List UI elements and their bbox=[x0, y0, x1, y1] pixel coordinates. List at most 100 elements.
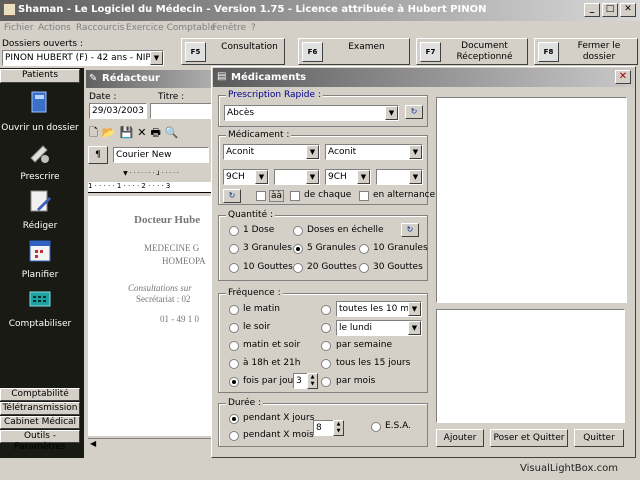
new-doc-icon[interactable]: 🗋 bbox=[89, 126, 102, 139]
prescription-list[interactable] bbox=[436, 97, 627, 303]
radio-20-gouttes[interactable] bbox=[293, 263, 303, 273]
menu-raccourcis[interactable]: Raccourcis bbox=[76, 23, 124, 33]
radio-par-mois[interactable] bbox=[321, 377, 331, 387]
font-select[interactable]: Courier New bbox=[113, 147, 209, 163]
f6-examen-button[interactable]: F6 Examen bbox=[298, 38, 410, 65]
chevron-down-icon[interactable]: ▼ bbox=[255, 170, 268, 184]
medicament-select-2[interactable]: Aconit ▼ bbox=[325, 144, 423, 160]
sidebar-tab-cabinet[interactable]: Cabinet Médical bbox=[0, 416, 80, 429]
editor-toolbar: 🗋📂💾✕🖶🔍 bbox=[89, 124, 209, 139]
duree-spinner[interactable]: ▲ ▼ bbox=[333, 420, 344, 436]
dilution-select-3[interactable]: 9CH ▼ bbox=[325, 169, 371, 185]
maximize-button[interactable]: □ bbox=[602, 3, 618, 17]
menu-fenetre[interactable]: Fenêtre bbox=[212, 23, 246, 33]
radio-15-jours[interactable] bbox=[321, 359, 331, 369]
notes-box[interactable] bbox=[436, 309, 625, 423]
chevron-down-icon[interactable]: ▼ bbox=[306, 145, 319, 159]
write-icon[interactable] bbox=[27, 189, 53, 215]
f8-fermer-button[interactable]: F8 Fermer le dossier bbox=[534, 38, 638, 65]
scroll-left-icon[interactable]: ◀ bbox=[90, 439, 96, 448]
menu-help[interactable]: ? bbox=[251, 23, 256, 33]
quitter-button[interactable]: Quitter bbox=[574, 429, 624, 447]
dilution-select-4[interactable]: ▼ bbox=[376, 169, 423, 185]
menu-exercice[interactable]: Exercice Comptable bbox=[126, 23, 216, 33]
titre-field[interactable] bbox=[150, 103, 214, 119]
calendar-icon[interactable] bbox=[27, 238, 53, 264]
alternance-checkbox[interactable] bbox=[359, 191, 369, 201]
refresh-icon[interactable]: ↻ bbox=[223, 189, 241, 203]
chevron-down-icon[interactable]: ▼ bbox=[408, 321, 421, 335]
save-icon[interactable]: 💾 bbox=[120, 126, 138, 139]
close-button[interactable]: ✕ bbox=[620, 3, 636, 17]
radio-le-matin[interactable] bbox=[229, 305, 239, 315]
radio-toutes-les[interactable] bbox=[321, 305, 331, 315]
radio-pendant-mois[interactable] bbox=[229, 431, 239, 441]
poser-quitter-button[interactable]: Poser et Quitter bbox=[490, 429, 568, 447]
refresh-icon[interactable]: ↻ bbox=[405, 105, 423, 119]
calculator-icon[interactable] bbox=[27, 287, 53, 313]
prescription-select[interactable]: Abcès ▼ bbox=[224, 105, 399, 121]
weekday-select[interactable]: le lundi ▼ bbox=[336, 320, 422, 336]
dilution-select-2[interactable]: ▼ bbox=[274, 169, 320, 185]
delete-icon[interactable]: ✕ bbox=[137, 126, 150, 139]
folder-open-icon[interactable] bbox=[27, 90, 53, 116]
medicament-value-2: Aconit bbox=[328, 147, 357, 157]
sidebar-item-planifier[interactable]: Planifier bbox=[0, 270, 80, 280]
date-field[interactable]: 29/03/2003 bbox=[89, 103, 147, 119]
minimize-button[interactable]: _ bbox=[584, 3, 600, 17]
sidebar-tab-comptabilite[interactable]: Comptabilité bbox=[0, 388, 80, 401]
dossiers-select[interactable]: PINON HUBERT (F) - 42 ans - NIP : ▼ bbox=[2, 50, 164, 66]
radio-30-gouttes[interactable] bbox=[359, 263, 369, 273]
radio-1-dose[interactable] bbox=[229, 226, 239, 236]
radio-le-soir[interactable] bbox=[229, 323, 239, 333]
chevron-down-icon[interactable]: ▼ bbox=[150, 51, 163, 65]
document-page[interactable]: Docteur Hube MEDECINE G HOMEOPA Consulta… bbox=[88, 196, 214, 436]
radio-esa[interactable] bbox=[371, 422, 381, 432]
sidebar-item-prescrire[interactable]: Prescrire bbox=[0, 172, 80, 182]
dilution-select-1[interactable]: 9CH ▼ bbox=[223, 169, 269, 185]
sidebar-item-ouvrir[interactable]: Ouvrir un dossier bbox=[0, 123, 80, 133]
chevron-down-icon[interactable]: ▼ bbox=[408, 302, 421, 316]
chevron-down-icon[interactable]: ▼ bbox=[409, 170, 422, 184]
radio-10-granules[interactable] bbox=[359, 244, 369, 254]
duree-value-input[interactable]: 8 bbox=[313, 420, 335, 436]
medicament-select-1[interactable]: Aconit ▼ bbox=[223, 144, 320, 160]
sidebar-item-comptabiliser[interactable]: Comptabiliser bbox=[0, 319, 80, 329]
paragraph-icon[interactable]: ¶ bbox=[88, 146, 108, 164]
print-icon[interactable]: 🖶 bbox=[150, 126, 164, 139]
aa-checkbox[interactable] bbox=[256, 191, 266, 201]
f7-document-button[interactable]: F7 Document Réceptionné bbox=[416, 38, 528, 65]
radio-3-granules[interactable] bbox=[229, 244, 239, 254]
menu-fichier[interactable]: Fichier bbox=[4, 23, 33, 33]
menu-actions[interactable]: Actions bbox=[38, 23, 71, 33]
fois-count-spinner[interactable]: ▲ ▼ bbox=[307, 373, 318, 389]
ajouter-button[interactable]: Ajouter bbox=[436, 429, 484, 447]
de-chaque-checkbox[interactable] bbox=[290, 191, 300, 201]
sidebar-tab-teletransmission[interactable]: Télétransmission bbox=[0, 402, 80, 415]
f8-label: Fermer le dossier bbox=[577, 41, 621, 62]
dialog-close-icon[interactable]: ✕ bbox=[615, 70, 631, 84]
sidebar-item-rediger[interactable]: Rédiger bbox=[0, 221, 80, 231]
f5-consultation-button[interactable]: F5 Consultation bbox=[181, 38, 285, 65]
open-icon[interactable]: 📂 bbox=[102, 126, 120, 139]
radio-5-granules[interactable] bbox=[293, 244, 303, 254]
sidebar-tab-outils[interactable]: Outils - Paramètres bbox=[0, 430, 80, 452]
preview-icon[interactable]: 🔍 bbox=[165, 126, 183, 139]
chevron-down-icon[interactable]: ▼ bbox=[409, 145, 422, 159]
refresh-icon[interactable]: ↻ bbox=[401, 223, 419, 237]
radio-18h-21h[interactable] bbox=[229, 359, 239, 369]
interval-select[interactable]: toutes les 10 mn ▼ bbox=[336, 301, 422, 317]
radio-10-gouttes[interactable] bbox=[229, 263, 239, 273]
chevron-down-icon[interactable]: ▼ bbox=[306, 170, 319, 184]
radio-doses-echelle[interactable] bbox=[293, 226, 303, 236]
radio-matin-soir[interactable] bbox=[229, 341, 239, 351]
radio-par-semaine[interactable] bbox=[321, 341, 331, 351]
radio-fois-par-jour[interactable] bbox=[229, 377, 239, 387]
h-scrollbar[interactable]: ◀ bbox=[88, 438, 214, 450]
prescribe-icon[interactable] bbox=[27, 140, 53, 166]
sidebar-tab-patients[interactable]: Patients bbox=[0, 69, 80, 83]
chevron-down-icon[interactable]: ▼ bbox=[357, 170, 370, 184]
chevron-down-icon[interactable]: ▼ bbox=[385, 106, 398, 120]
radio-pendant-jours[interactable] bbox=[229, 414, 239, 424]
radio-jour-semaine[interactable] bbox=[321, 323, 331, 333]
